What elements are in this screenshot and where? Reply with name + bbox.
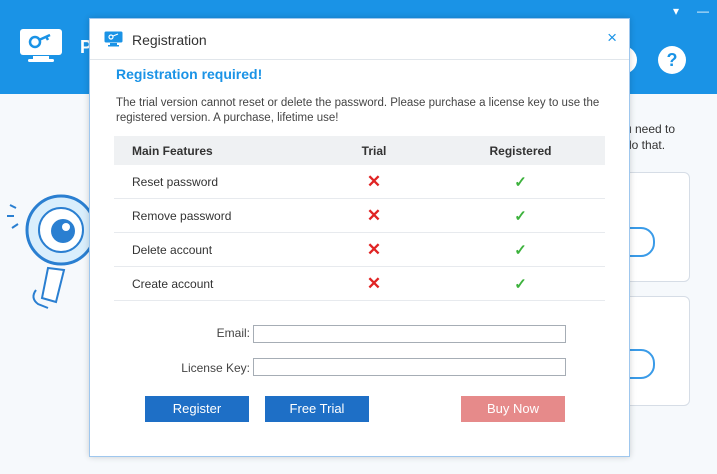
table-row: Remove password ✕ ✓ [114,199,605,233]
check-icon: ✓ [514,173,527,191]
license-key-field[interactable] [253,358,566,376]
cross-icon: ✕ [366,205,382,225]
feature-name: Delete account [132,242,213,257]
table-row: Create account ✕ ✓ [114,267,605,301]
cross-icon: ✕ [366,171,382,191]
free-trial-button[interactable]: Free Trial [265,396,369,422]
title-divider [90,59,629,60]
help-icon[interactable]: ? [657,45,687,75]
table-row: Delete account ✕ ✓ [114,233,605,267]
email-field[interactable] [253,325,566,343]
magnifier-mascot-icon [7,194,96,309]
header-trial: Trial [361,143,387,158]
table-header: Main Features Trial Registered [114,136,605,165]
table-row: Reset password ✕ ✓ [114,165,605,199]
close-icon[interactable]: × [607,29,617,47]
cross-icon: ✕ [366,273,382,293]
monitor-key-icon [20,29,62,62]
check-icon: ✓ [514,241,527,259]
window-controls: ▾ — [673,4,709,18]
dropdown-icon[interactable]: ▾ [673,4,679,18]
features-table: Main Features Trial Registered Reset pas… [114,136,605,301]
buy-now-button[interactable]: Buy Now [461,396,565,422]
check-icon: ✓ [514,207,527,225]
license-key-label: License Key: [181,361,250,375]
register-button[interactable]: Register [145,396,249,422]
registration-description: The trial version cannot reset or delete… [116,97,600,124]
registration-heading: Registration required! [116,66,263,82]
monitor-key-icon [104,31,123,47]
header-main-features: Main Features [132,143,213,158]
svg-text:?: ? [667,50,678,70]
background-info-text: u need to do that. [625,122,676,152]
check-icon: ✓ [514,275,527,293]
feature-name: Create account [132,276,214,291]
feature-name: Reset password [132,174,219,189]
cross-icon: ✕ [366,239,382,259]
email-label: Email: [216,326,250,340]
header-registered: Registered [489,143,552,158]
dialog-title: Registration [132,32,207,48]
minimize-icon[interactable]: — [697,4,709,18]
registration-dialog: Registration × Registration required! Th… [89,18,630,457]
feature-name: Remove password [132,208,232,223]
